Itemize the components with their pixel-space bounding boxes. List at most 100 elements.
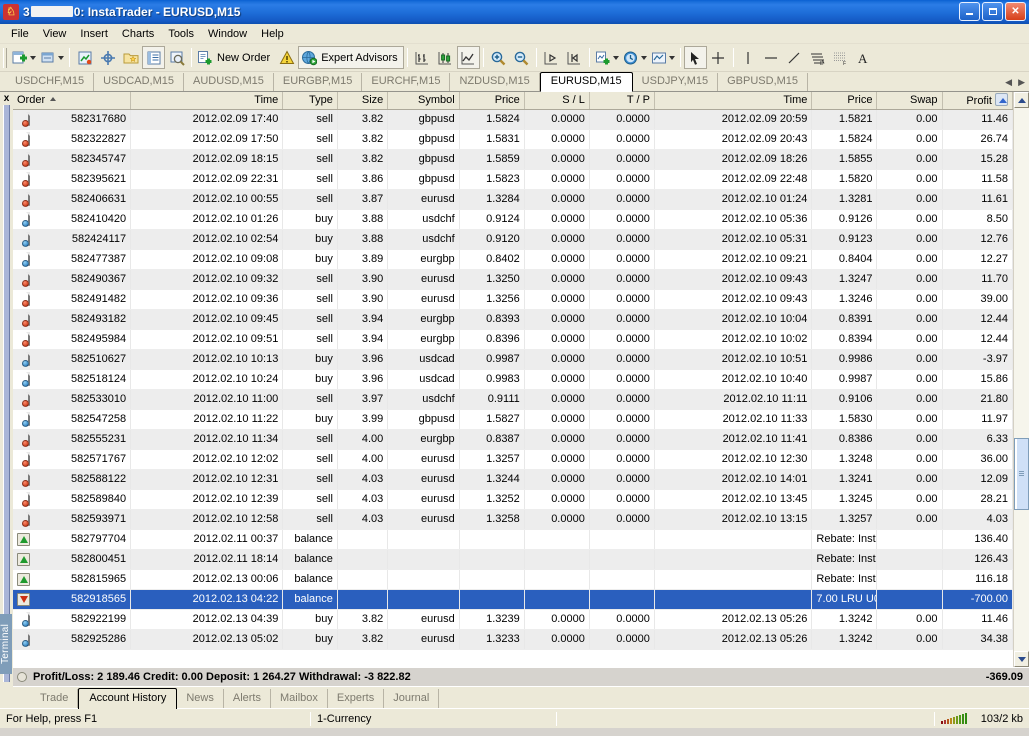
table-row[interactable]: 582593971 2012.02.10 12:58 sell 4.03 eurusd 1… [13,509,1013,530]
table-row[interactable]: 582925286 2012.02.13 05:02 buy 3.82 eurusd 1.… [13,629,1013,650]
table-row[interactable]: 582477387 2012.02.10 09:08 buy 3.89 eurgbp 0.… [13,249,1013,270]
table-row[interactable]: 582345747 2012.02.09 18:15 sell 3.82 gbpusd 1… [13,149,1013,170]
menu-help[interactable]: Help [254,25,291,43]
menu-window[interactable]: Window [201,25,254,43]
toolbar-grip[interactable] [3,47,7,68]
text-label-button[interactable]: A [852,46,875,69]
menu-insert[interactable]: Insert [73,25,115,43]
line-chart-button[interactable] [456,46,480,69]
table-row[interactable]: 582406631 2012.02.10 00:55 sell 3.87 eurusd 1… [13,189,1013,210]
horizontal-line-button[interactable] [760,46,783,69]
scroll-up-header-icon[interactable] [995,93,1008,107]
minimize-button[interactable] [959,2,980,21]
market-watch-button[interactable] [73,46,96,69]
close-button[interactable]: ✕ [1005,2,1026,21]
tab-mailbox[interactable]: Mailbox [271,689,328,708]
terminal-close-button[interactable]: x [4,94,10,104]
menu-tools[interactable]: Tools [161,25,201,43]
table-row[interactable]: 582555231 2012.02.10 11:34 sell 4.00 eurgbp 0… [13,429,1013,450]
terminal-button[interactable] [142,46,165,69]
expert-advisors-button[interactable]: Expert Advisors [298,46,404,69]
fibonacci-button[interactable]: E [806,46,829,69]
menu-view[interactable]: View [36,25,74,43]
tab-news[interactable]: News [177,689,224,708]
profiles-button[interactable] [38,46,66,69]
crosshair-button[interactable] [707,46,730,69]
column-header-profit[interactable]: Profit [942,92,1013,110]
chart-tab-eurgbp[interactable]: EURGBP,M15 [274,73,363,91]
chart-tabs-scroll-left-icon[interactable]: ◀ [1005,77,1012,88]
column-header-open-time[interactable]: Time [130,92,284,110]
table-row[interactable]: 582815965 2012.02.13 00:06 balance Rebate: … [13,569,1013,590]
zoom-out-button[interactable] [510,46,533,69]
table-row[interactable]: 582797704 2012.02.11 00:37 balance Rebate: … [13,529,1013,550]
navigator-button[interactable] [96,46,119,69]
table-row[interactable]: 582322827 2012.02.09 17:50 sell 3.82 gbpusd 1… [13,129,1013,150]
scrollbar-track[interactable] [1014,108,1029,651]
favorites-button[interactable] [119,46,142,69]
column-header-symbol[interactable]: Symbol [387,92,460,110]
column-header-swap[interactable]: Swap [876,92,943,110]
tab-experts[interactable]: Experts [328,689,385,708]
column-header-open-price[interactable]: Price [459,92,525,110]
chart-tab-eurusd[interactable]: EURUSD,M15 [539,72,633,92]
table-row[interactable]: 582493182 2012.02.10 09:45 sell 3.94 eurgbp 0… [13,309,1013,330]
chart-tab-usdchf[interactable]: USDCHF,M15 [6,73,95,91]
status-connection[interactable]: 103/2 kb [935,709,1029,728]
column-header-take-profit[interactable]: T / P [589,92,655,110]
tab-alerts[interactable]: Alerts [224,689,271,708]
column-header-close-price[interactable]: Price [811,92,878,110]
chart-tab-eurchf[interactable]: EURCHF,M15 [362,73,451,91]
table-row[interactable]: 582491482 2012.02.10 09:36 sell 3.90 eurusd 1… [13,289,1013,310]
zoom-in-button[interactable] [487,46,510,69]
table-row[interactable]: 582922199 2012.02.13 04:39 buy 3.82 eurusd 1.… [13,609,1013,630]
table-row[interactable]: 582533010 2012.02.10 11:00 sell 3.97 usdchf 0… [13,389,1013,410]
table-row[interactable]: 582424117 2012.02.10 02:54 buy 3.88 usdchf 0.… [13,229,1013,250]
scrollbar-thumb[interactable] [1014,438,1029,510]
table-row[interactable]: 582547258 2012.02.10 11:22 buy 3.99 gbpusd 1.… [13,409,1013,430]
scrollbar-up-button[interactable] [1014,92,1029,108]
table-row[interactable]: 582588122 2012.02.10 12:31 sell 4.03 eurusd 1… [13,469,1013,490]
table-row[interactable]: 582589840 2012.02.10 12:39 sell 4.03 eurusd 1… [13,489,1013,510]
scrollbar-down-button[interactable] [1014,651,1029,667]
table-row[interactable]: 582410420 2012.02.10 01:26 buy 3.88 usdchf 0.… [13,209,1013,230]
table-row[interactable]: 582495984 2012.02.10 09:51 sell 3.94 eurgbp 0… [13,329,1013,350]
alert-button[interactable] [275,46,298,69]
table-row[interactable]: 582510627 2012.02.10 10:13 buy 3.96 usdcad 0.… [13,349,1013,370]
new-chart-button[interactable] [10,46,38,69]
menu-file[interactable]: File [4,25,36,43]
bar-chart-button[interactable] [411,46,434,69]
table-row[interactable]: 582571767 2012.02.10 12:02 sell 4.00 eurusd 1… [13,449,1013,470]
chart-shift-button[interactable] [563,46,586,69]
cursor-button[interactable] [683,46,707,69]
terminal-drag-handle[interactable] [3,105,10,682]
tab-account-history[interactable]: Account History [78,688,178,709]
table-row[interactable]: 582800451 2012.02.11 18:14 balance Rebate: … [13,549,1013,570]
table-row[interactable]: 582518124 2012.02.10 10:24 buy 3.96 usdcad 0.… [13,369,1013,390]
menu-charts[interactable]: Charts [115,25,161,43]
table-row[interactable]: 582918565 2012.02.13 04:22 balance 7.00 LRU… [13,589,1013,610]
column-header-type[interactable]: Type [282,92,338,110]
strategy-tester-button[interactable] [165,46,188,69]
column-header-stop-loss[interactable]: S / L [524,92,590,110]
indicators-button[interactable] [593,46,621,69]
timeframes-button[interactable] [621,46,649,69]
table-row[interactable]: 582395621 2012.02.09 22:31 sell 3.86 gbpusd 1… [13,169,1013,190]
chart-tabs-scroll-right-icon[interactable]: ▶ [1018,77,1025,88]
status-profile[interactable]: 1-Currency [311,709,556,728]
trendline-button[interactable] [783,46,806,69]
tab-trade[interactable]: Trade [31,689,79,708]
chart-tab-usdjpy[interactable]: USDJPY,M15 [633,73,719,91]
column-header-order[interactable]: Order [13,92,132,110]
grid-vertical-scrollbar[interactable] [1013,92,1029,667]
maximize-button[interactable] [982,2,1003,21]
column-header-size[interactable]: Size [337,92,389,110]
chart-tab-usdcad[interactable]: USDCAD,M15 [94,73,184,91]
table-row[interactable]: 582317680 2012.02.09 17:40 sell 3.82 gbpusd 1… [13,109,1013,130]
chart-tab-audusd[interactable]: AUDUSD,M15 [184,73,274,91]
auto-scroll-button[interactable] [540,46,563,69]
templates-button[interactable] [649,46,677,69]
tab-journal[interactable]: Journal [384,689,440,708]
channel-button[interactable]: F [829,46,852,69]
candlesticks-button[interactable] [434,46,457,69]
